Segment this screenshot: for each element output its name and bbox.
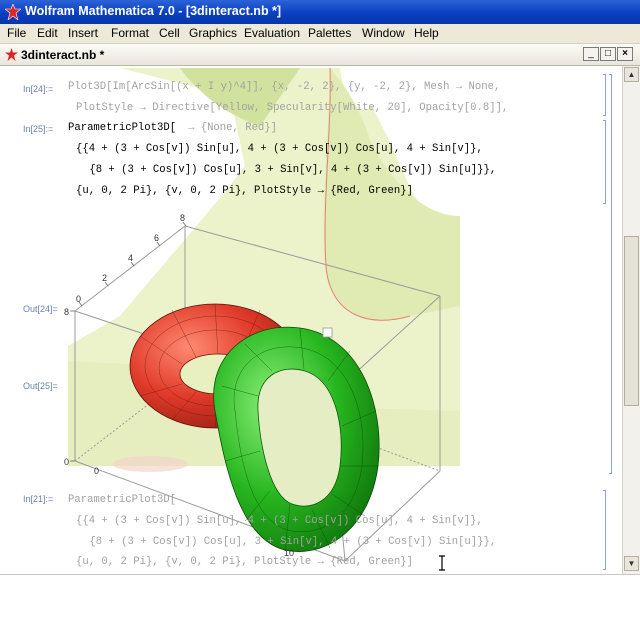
close-button[interactable]: × <box>617 47 633 61</box>
menu-help[interactable]: Help <box>413 26 440 40</box>
code-in24-line2[interactable]: PlotStyle → Directive[Yellow, Specularit… <box>76 102 508 114</box>
menu-graphics[interactable]: Graphics <box>188 26 238 40</box>
cell-bracket-in21[interactable] <box>603 490 606 570</box>
text-cursor-icon <box>439 555 445 571</box>
notebook-icon <box>5 48 18 61</box>
scroll-up-button[interactable]: ▲ <box>624 67 639 82</box>
code-in25-line1[interactable]: ParametricPlot3D[ <box>68 122 176 134</box>
cell-bracket-in25[interactable] <box>603 120 606 204</box>
menu-file[interactable]: File <box>6 26 27 40</box>
document-header[interactable]: 3dinteract.nb * _ □ × <box>0 44 640 66</box>
menu-insert[interactable]: Insert <box>67 26 99 40</box>
resize-handle[interactable] <box>322 327 333 338</box>
tick-label-top-6: 6 <box>154 233 159 243</box>
menu-format[interactable]: Format <box>110 26 150 40</box>
maximize-button[interactable]: □ <box>600 47 616 61</box>
tick-label-left-0: 0 <box>64 457 69 467</box>
cell-label-in21: In[21]:= <box>23 494 54 504</box>
tick-label-bottom-0: 0 <box>94 466 99 476</box>
window-bottom-area <box>0 574 640 632</box>
code-in24-line1[interactable]: Plot3D[Im[ArcSin[(x + I y)^4]], {x, -2, … <box>68 81 500 93</box>
vertical-scrollbar[interactable]: ▲ ▼ <box>622 66 640 574</box>
menu-evaluation[interactable]: Evaluation <box>243 26 301 40</box>
mathematica-star-icon <box>5 4 21 20</box>
title-bar[interactable]: Wolfram Mathematica 7.0 - [3dinteract.nb… <box>0 0 640 24</box>
cell-label-out25: Out[25]= <box>23 381 58 391</box>
cell-label-in25: In[25]:= <box>23 124 54 134</box>
code-in25-line1-tail[interactable]: → {None, Red}] <box>188 122 277 134</box>
tick-label-top-4: 4 <box>128 253 133 263</box>
code-in25-line4[interactable]: {u, 0, 2 Pi}, {v, 0, 2 Pi}, PlotStyle → … <box>76 185 413 197</box>
menu-bar: File Edit Insert Format Cell Graphics Ev… <box>0 24 640 44</box>
tick-label-top-8: 8 <box>180 213 185 223</box>
scroll-thumb[interactable] <box>624 236 639 406</box>
code-in25-line3[interactable]: {8 + (3 + Cos[v]) Cos[u], 3 + Sin[v], 4 … <box>83 164 496 176</box>
menu-edit[interactable]: Edit <box>36 26 59 40</box>
menu-window[interactable]: Window <box>361 26 406 40</box>
code-in21-line3[interactable]: {8 + (3 + Cos[v]) Cos[u], 3 + Sin[v], 4 … <box>83 536 496 548</box>
cell-bracket-in24[interactable] <box>603 74 606 116</box>
window-title: Wolfram Mathematica 7.0 - [3dinteract.nb… <box>25 4 282 18</box>
code-in25-line2[interactable]: {{4 + (3 + Cos[v]) Sin[u], 4 + (3 + Cos[… <box>76 143 483 155</box>
code-in21-line4[interactable]: {u, 0, 2 Pi}, {v, 0, 2 Pi}, PlotStyle → … <box>76 556 413 568</box>
tick-label-top-0: 0 <box>76 294 81 304</box>
menu-palettes[interactable]: Palettes <box>307 26 352 40</box>
menu-cell[interactable]: Cell <box>158 26 181 40</box>
cell-label-out24: Out[24]= <box>23 304 58 314</box>
code-in21-line2[interactable]: {{4 + (3 + Cos[v]) Sin[u], 4 + (3 + Cos[… <box>76 515 483 527</box>
cell-label-in24: In[24]:= <box>23 84 54 94</box>
notebook-area[interactable]: 8 6 4 2 0 8 0 0 10 In[24]:= In[25]:= Out… <box>0 66 622 574</box>
code-in21-line1[interactable]: ParametricPlot3D[ <box>68 494 176 506</box>
scroll-down-button[interactable]: ▼ <box>624 556 639 571</box>
tick-label-top-2: 2 <box>102 273 107 283</box>
minimize-button[interactable]: _ <box>583 47 599 61</box>
document-title: 3dinteract.nb * <box>21 48 105 62</box>
cell-group-bracket[interactable] <box>609 74 612 474</box>
tick-label-left-8: 8 <box>64 307 69 317</box>
